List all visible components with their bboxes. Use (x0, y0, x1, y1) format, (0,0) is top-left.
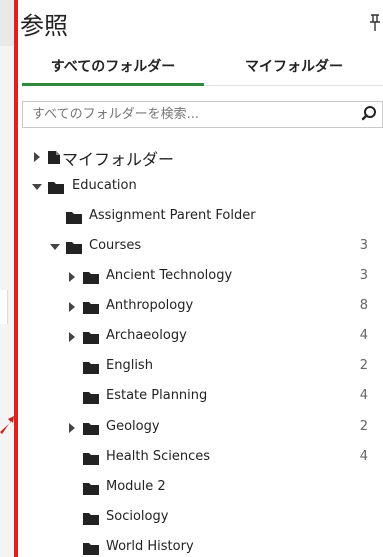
caret-right-icon[interactable] (32, 151, 42, 163)
folder-icon (83, 332, 99, 344)
tree-item-label: Estate Planning (106, 388, 208, 403)
tree-item-geology[interactable]: Geology 2 (18, 413, 383, 443)
tree-item-ancient-technology[interactable]: Ancient Technology 3 (18, 262, 383, 292)
folder-icon (83, 423, 99, 435)
tab-my-folders[interactable]: マイフォルダー (214, 50, 374, 86)
tree-item-label: World History (106, 539, 194, 554)
folder-icon (48, 182, 64, 194)
arrow-annotation-icon (0, 416, 14, 434)
caret-right-icon[interactable] (67, 331, 77, 343)
tree-item-module-2[interactable]: Module 2 (18, 473, 383, 503)
caret-right-icon[interactable] (67, 422, 77, 434)
tree-item-label: Courses (89, 238, 142, 253)
tree-item-education[interactable]: Education (18, 172, 383, 202)
tree-item-count: 2 (359, 419, 368, 434)
tree-item-count: 3 (359, 268, 368, 283)
folder-icon (83, 302, 99, 314)
tree-item-label: English (106, 358, 153, 373)
folder-icon (83, 543, 99, 555)
folder-icon (83, 453, 99, 465)
panel-title: 参照 (20, 12, 68, 40)
background-page-strip (0, 0, 14, 557)
caret-right-icon[interactable] (67, 301, 77, 313)
search-box (22, 101, 383, 128)
reference-panel: 参照 すべてのフォルダー マイフォルダー マイフォルダー Education (18, 0, 383, 557)
tree-item-label: Anthropology (106, 298, 194, 313)
user-folder-icon (48, 151, 60, 164)
folder-icon (83, 272, 99, 284)
tree-item-count: 4 (359, 328, 368, 343)
folder-tabs: すべてのフォルダー マイフォルダー (22, 50, 383, 86)
caret-down-icon[interactable] (50, 241, 60, 253)
tree-item-label: Archaeology (106, 328, 187, 343)
tree-item-count: 2 (359, 358, 368, 373)
folder-icon (83, 362, 99, 374)
tree-item-count: 8 (359, 298, 368, 313)
tree-item-label: Health Sciences (106, 449, 210, 464)
tab-all-folders[interactable]: すべてのフォルダー (22, 50, 204, 86)
tree-item-world-history[interactable]: World History (18, 533, 383, 557)
tree-item-health-sciences[interactable]: Health Sciences 4 (18, 443, 383, 473)
tree-item-english[interactable]: English 2 (18, 352, 383, 382)
tree-item-label: マイフォルダー (62, 150, 175, 169)
folder-icon (83, 513, 99, 525)
tree-item-archaeology[interactable]: Archaeology 4 (18, 322, 383, 352)
folder-icon (83, 483, 99, 495)
folder-icon (66, 212, 82, 224)
folder-icon (83, 392, 99, 404)
tree-item-label: Education (72, 178, 137, 193)
tree-item-label: Ancient Technology (106, 268, 233, 283)
tree-item-label: Assignment Parent Folder (89, 208, 256, 223)
tree-item-sociology[interactable]: Sociology (18, 503, 383, 533)
pin-icon[interactable] (369, 14, 381, 32)
caret-down-icon[interactable] (32, 181, 42, 193)
tree-item-label: Sociology (106, 509, 169, 524)
tree-item-count: 3 (359, 238, 368, 253)
tree-item-count: 4 (359, 388, 368, 403)
folder-icon (66, 242, 82, 254)
tree-item-label: Geology (106, 419, 160, 434)
collapse-handle[interactable] (0, 290, 8, 324)
caret-right-icon[interactable] (67, 271, 77, 283)
tree-item-my-folders[interactable]: マイフォルダー (18, 142, 383, 172)
search-input[interactable] (23, 102, 353, 127)
tree-item-count: 4 (359, 449, 368, 464)
background-tab-edge (0, 0, 14, 46)
search-icon[interactable] (356, 102, 382, 127)
tree-item-assignment-parent-folder[interactable]: Assignment Parent Folder (18, 202, 383, 232)
tree-item-estate-planning[interactable]: Estate Planning 4 (18, 382, 383, 412)
tree-item-courses[interactable]: Courses 3 (18, 232, 383, 262)
tree-item-anthropology[interactable]: Anthropology 8 (18, 292, 383, 322)
tree-item-label: Module 2 (106, 479, 166, 494)
